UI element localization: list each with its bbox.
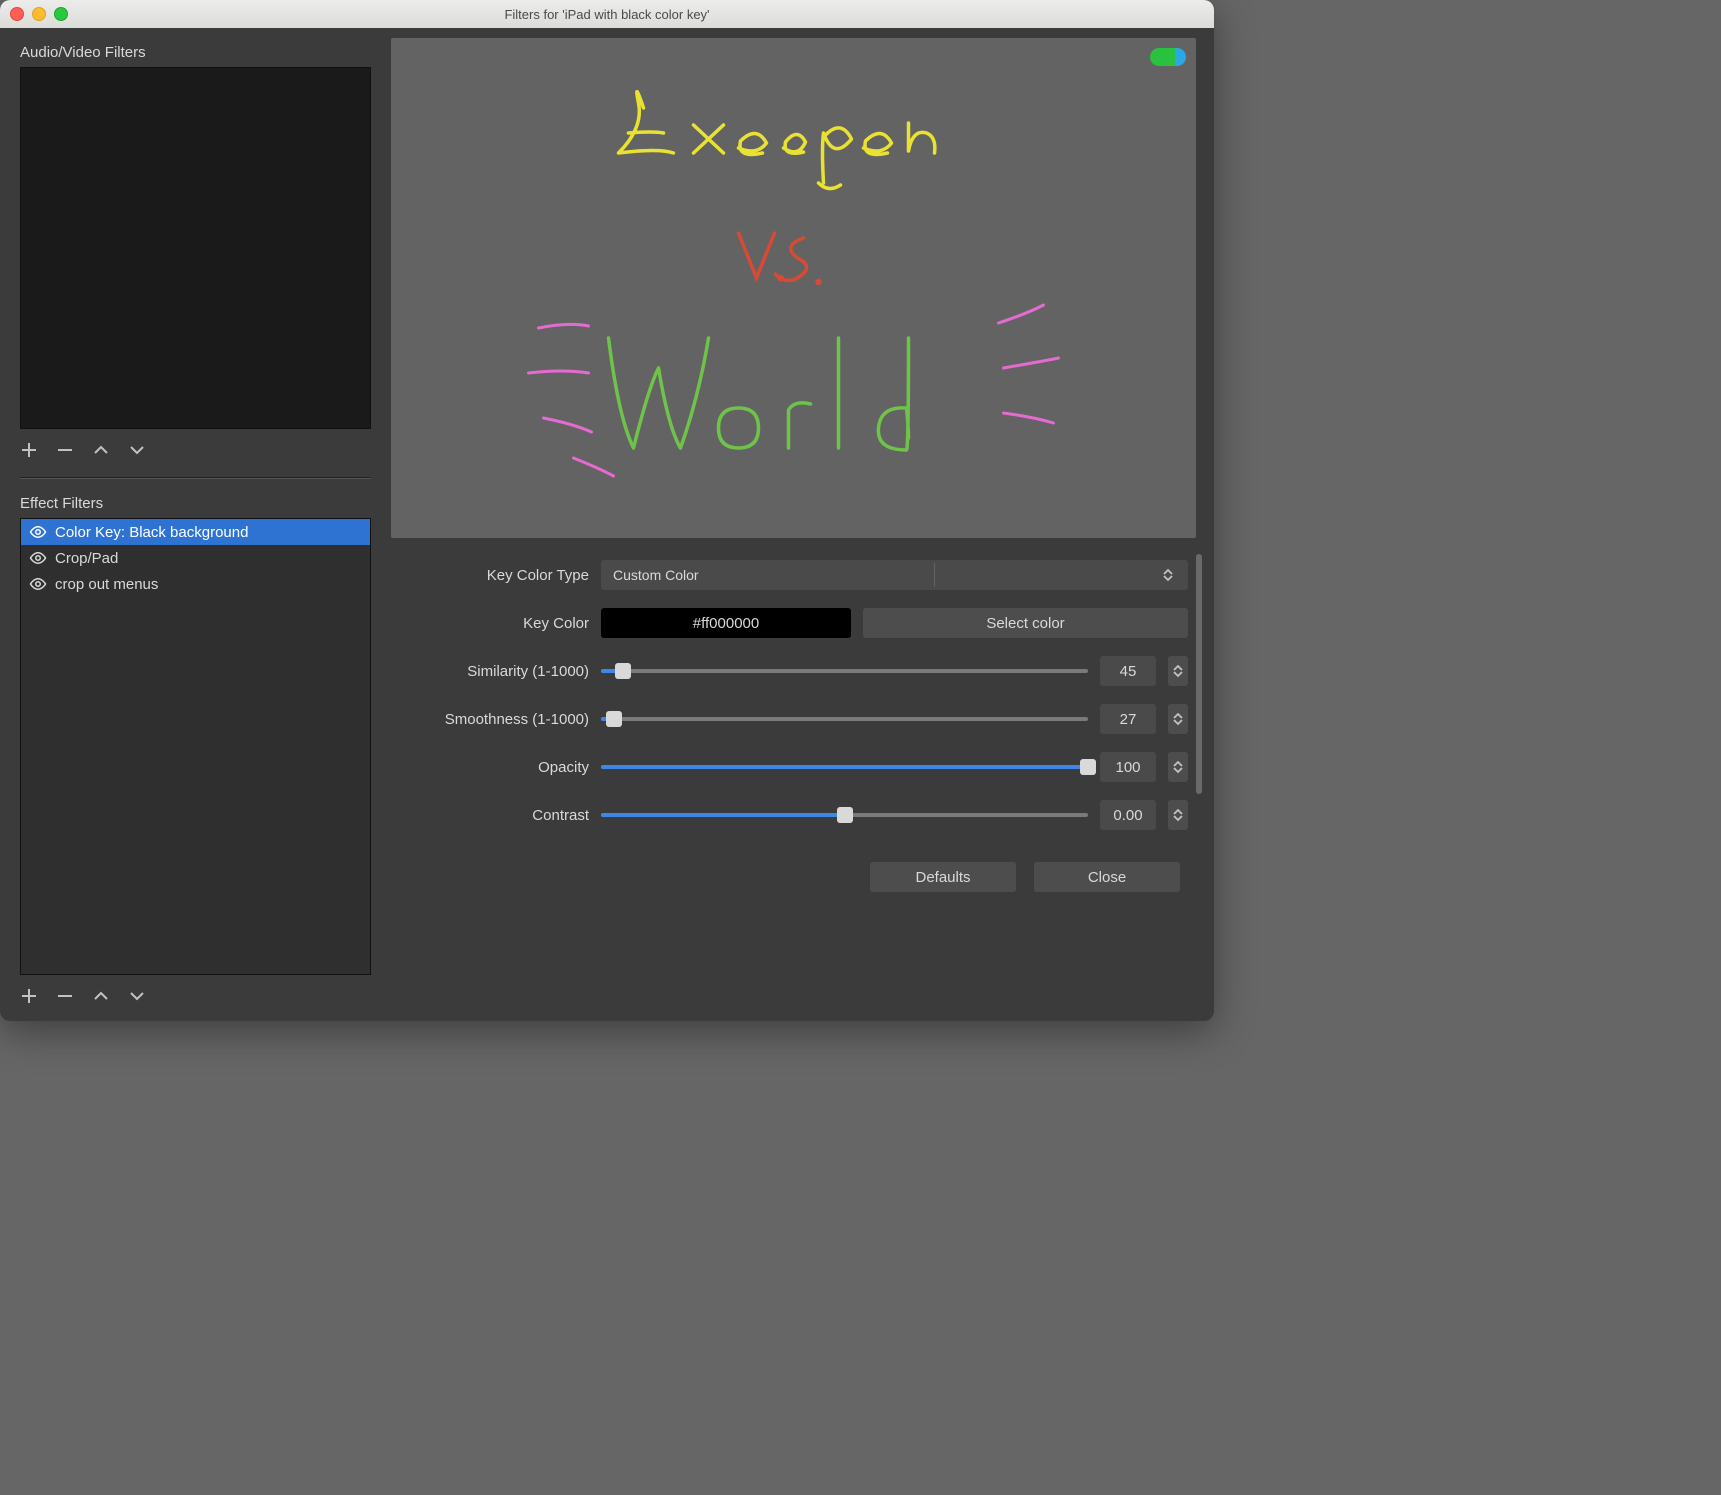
filter-params: Key Color Type Custom Color Key Color #f… <box>391 538 1196 1007</box>
similarity-stepper[interactable] <box>1168 656 1188 686</box>
move-down-icon[interactable] <box>128 987 146 1008</box>
opacity-label: Opacity <box>399 759 589 776</box>
close-button[interactable]: Close <box>1034 862 1180 892</box>
av-filters-heading: Audio/Video Filters <box>20 44 371 61</box>
av-list-controls <box>20 435 371 467</box>
effect-filter-label: Color Key: Black background <box>55 524 248 541</box>
select-color-button[interactable]: Select color <box>863 608 1188 638</box>
defaults-button[interactable]: Defaults <box>870 862 1016 892</box>
preview-toggle[interactable] <box>1150 48 1186 66</box>
effect-filter-label: crop out menus <box>55 576 158 593</box>
add-icon[interactable] <box>20 987 38 1008</box>
effect-filter-row[interactable]: Crop/Pad <box>21 545 370 571</box>
key-color-type-value: Custom Color <box>613 567 699 583</box>
smoothness-value[interactable]: 27 <box>1100 704 1156 734</box>
opacity-stepper[interactable] <box>1168 752 1188 782</box>
contrast-value[interactable]: 0.00 <box>1100 800 1156 830</box>
visibility-icon[interactable] <box>29 523 47 541</box>
visibility-icon[interactable] <box>29 575 47 593</box>
key-color-type-select[interactable]: Custom Color <box>601 560 1188 590</box>
effect-filters-list[interactable]: Color Key: Black background Crop/Pad cro… <box>20 518 371 975</box>
similarity-slider[interactable] <box>601 656 1088 686</box>
opacity-slider[interactable] <box>601 752 1088 782</box>
key-color-value: #ff000000 <box>693 615 759 632</box>
window-title: Filters for 'iPad with black color key' <box>0 7 1214 22</box>
move-down-icon[interactable] <box>128 441 146 462</box>
opacity-value[interactable]: 100 <box>1100 752 1156 782</box>
effect-filter-row[interactable]: Color Key: Black background <box>21 519 370 545</box>
similarity-value[interactable]: 45 <box>1100 656 1156 686</box>
key-color-swatch[interactable]: #ff000000 <box>601 608 851 638</box>
filters-window: Filters for 'iPad with black color key' … <box>0 0 1214 1021</box>
chevron-updown-icon <box>1160 563 1176 587</box>
key-color-type-label: Key Color Type <box>399 567 589 584</box>
visibility-icon[interactable] <box>29 549 47 567</box>
effect-filter-label: Crop/Pad <box>55 550 118 567</box>
effect-list-controls <box>20 981 371 1013</box>
window-zoom-icon[interactable] <box>54 7 68 21</box>
titlebar: Filters for 'iPad with black color key' <box>0 0 1214 28</box>
smoothness-slider[interactable] <box>601 704 1088 734</box>
effect-filter-row[interactable]: crop out menus <box>21 571 370 597</box>
smoothness-stepper[interactable] <box>1168 704 1188 734</box>
window-minimize-icon[interactable] <box>32 7 46 21</box>
similarity-label: Similarity (1-1000) <box>399 663 589 680</box>
move-up-icon[interactable] <box>92 441 110 462</box>
window-close-icon[interactable] <box>10 7 24 21</box>
divider <box>20 477 371 479</box>
key-color-label: Key Color <box>399 615 589 632</box>
remove-icon[interactable] <box>56 441 74 462</box>
move-up-icon[interactable] <box>92 987 110 1008</box>
filter-preview <box>391 38 1196 538</box>
av-filters-list[interactable] <box>20 67 371 429</box>
remove-icon[interactable] <box>56 987 74 1008</box>
add-icon[interactable] <box>20 441 38 462</box>
contrast-slider[interactable] <box>601 800 1088 830</box>
effect-filters-heading: Effect Filters <box>20 495 371 512</box>
contrast-label: Contrast <box>399 807 589 824</box>
params-scrollbar[interactable] <box>1196 554 1202 794</box>
smoothness-label: Smoothness (1-1000) <box>399 711 589 728</box>
contrast-stepper[interactable] <box>1168 800 1188 830</box>
